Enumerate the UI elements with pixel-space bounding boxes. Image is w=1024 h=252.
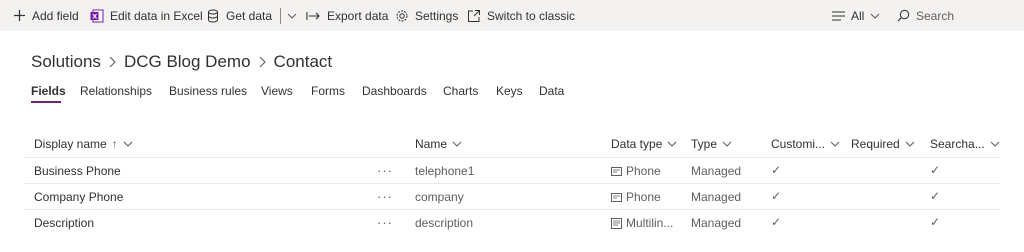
chevron-down-icon xyxy=(830,141,840,147)
check-icon: ✓ xyxy=(930,215,941,229)
divider xyxy=(24,209,1000,210)
tab-views[interactable]: Views xyxy=(261,84,293,100)
tab-forms[interactable]: Forms xyxy=(311,84,345,100)
add-field-button[interactable]: Add field xyxy=(12,0,79,31)
column-label: Customi... xyxy=(771,137,826,151)
active-tab-indicator xyxy=(31,101,61,103)
divider xyxy=(24,183,1000,184)
column-label: Required xyxy=(851,137,900,151)
search-input[interactable]: Search xyxy=(916,9,954,23)
svg-text:X: X xyxy=(92,12,97,20)
view-filter-label: All xyxy=(851,8,865,23)
column-header-name[interactable]: Name xyxy=(415,131,462,157)
data-type-label: Multilin... xyxy=(626,216,674,230)
chevron-down-icon xyxy=(722,141,732,147)
cell-data-type: Phone xyxy=(611,158,661,184)
column-header-data-type[interactable]: Data type xyxy=(611,131,677,157)
cell-type: Managed xyxy=(691,216,742,230)
search-icon xyxy=(896,9,910,23)
check-icon: ✓ xyxy=(771,189,782,203)
chevron-down-icon[interactable] xyxy=(287,13,297,19)
chevron-down-icon xyxy=(870,13,880,19)
chevron-down-icon xyxy=(667,141,677,147)
get-data-label: Get data xyxy=(226,8,273,23)
settings-button[interactable]: Settings xyxy=(395,0,458,31)
chevron-down-icon xyxy=(905,141,915,147)
cell-display-name[interactable]: Business Phone xyxy=(34,158,121,184)
tab-fields[interactable]: Fields xyxy=(31,84,66,100)
export-data-label: Export data xyxy=(327,8,389,23)
get-data-button[interactable]: Get data xyxy=(206,0,297,31)
settings-label: Settings xyxy=(415,8,459,23)
edit-in-excel-button[interactable]: X Edit data in Excel xyxy=(90,0,203,31)
cell-data-type: Multilin... xyxy=(611,210,673,236)
view-filter-dropdown[interactable]: All xyxy=(831,0,880,31)
cell-data-type: Phone xyxy=(611,184,661,210)
tab-charts[interactable]: Charts xyxy=(443,84,478,100)
cell-name: telephone1 xyxy=(415,164,475,178)
check-icon: ✓ xyxy=(771,215,782,229)
chevron-right-icon xyxy=(259,56,266,68)
cell-display-name[interactable]: Company Phone xyxy=(34,184,123,210)
breadcrumb-entity: Contact xyxy=(273,52,333,71)
search-box[interactable]: Search xyxy=(896,0,1016,31)
edit-in-excel-label: Edit data in Excel xyxy=(110,8,203,23)
column-header-type[interactable]: Type xyxy=(691,131,732,157)
breadcrumb-solutions[interactable]: Solutions xyxy=(31,52,101,72)
more-options-icon[interactable]: ··· xyxy=(377,209,393,235)
cell-name: description xyxy=(415,216,474,230)
check-icon: ✓ xyxy=(771,163,782,177)
cell-name: company xyxy=(415,190,464,204)
phone-type-icon xyxy=(611,166,622,176)
open-external-icon xyxy=(467,9,481,23)
column-label: Searcha... xyxy=(930,137,985,151)
divider xyxy=(24,157,1000,158)
cell-type: Managed xyxy=(691,190,742,204)
gear-icon xyxy=(395,9,409,23)
column-header-display-name[interactable]: Display name ↑ xyxy=(34,131,133,157)
column-header-required[interactable]: Required xyxy=(851,131,915,157)
switch-to-classic-label: Switch to classic xyxy=(487,8,576,23)
divider xyxy=(280,7,282,24)
tab-data[interactable]: Data xyxy=(539,84,564,100)
more-options-icon[interactable]: ··· xyxy=(377,157,393,183)
breadcrumb: Solutions DCG Blog Demo Contact xyxy=(31,50,332,74)
check-icon: ✓ xyxy=(930,189,941,203)
export-arrow-icon xyxy=(305,9,321,23)
column-label: Name xyxy=(415,137,448,151)
data-type-label: Phone xyxy=(626,164,661,178)
column-label: Display name xyxy=(34,137,107,151)
tab-keys[interactable]: Keys xyxy=(496,84,523,100)
data-type-label: Phone xyxy=(626,190,661,204)
more-options-icon[interactable]: ··· xyxy=(377,183,393,209)
chevron-right-icon xyxy=(109,56,116,68)
breadcrumb-solution[interactable]: DCG Blog Demo xyxy=(124,52,251,72)
column-header-customizable[interactable]: Customi... xyxy=(771,131,840,157)
filter-lines-icon xyxy=(831,9,845,23)
switch-to-classic-button[interactable]: Switch to classic xyxy=(467,0,575,31)
chevron-down-icon xyxy=(123,141,133,147)
check-icon: ✓ xyxy=(930,163,941,177)
multiline-type-icon xyxy=(611,217,622,229)
tab-business-rules[interactable]: Business rules xyxy=(169,84,247,100)
database-icon xyxy=(206,9,220,23)
sort-ascending-icon: ↑ xyxy=(111,137,118,151)
excel-icon: X xyxy=(90,9,104,23)
chevron-down-icon xyxy=(452,141,462,147)
column-label: Type xyxy=(691,137,718,151)
tab-relationships[interactable]: Relationships xyxy=(80,84,152,100)
column-header-searchable[interactable]: Searcha... xyxy=(930,131,1000,157)
column-label: Data type xyxy=(611,137,663,151)
phone-type-icon xyxy=(611,192,622,202)
export-data-button[interactable]: Export data xyxy=(305,0,388,31)
cell-display-name[interactable]: Description xyxy=(34,210,94,236)
command-bar: Add field X Edit data in Excel Get data … xyxy=(0,0,1024,31)
add-field-label: Add field xyxy=(32,8,79,23)
chevron-down-icon xyxy=(990,141,1000,147)
plus-icon xyxy=(12,9,26,23)
cell-type: Managed xyxy=(691,164,742,178)
tab-dashboards[interactable]: Dashboards xyxy=(362,84,427,100)
